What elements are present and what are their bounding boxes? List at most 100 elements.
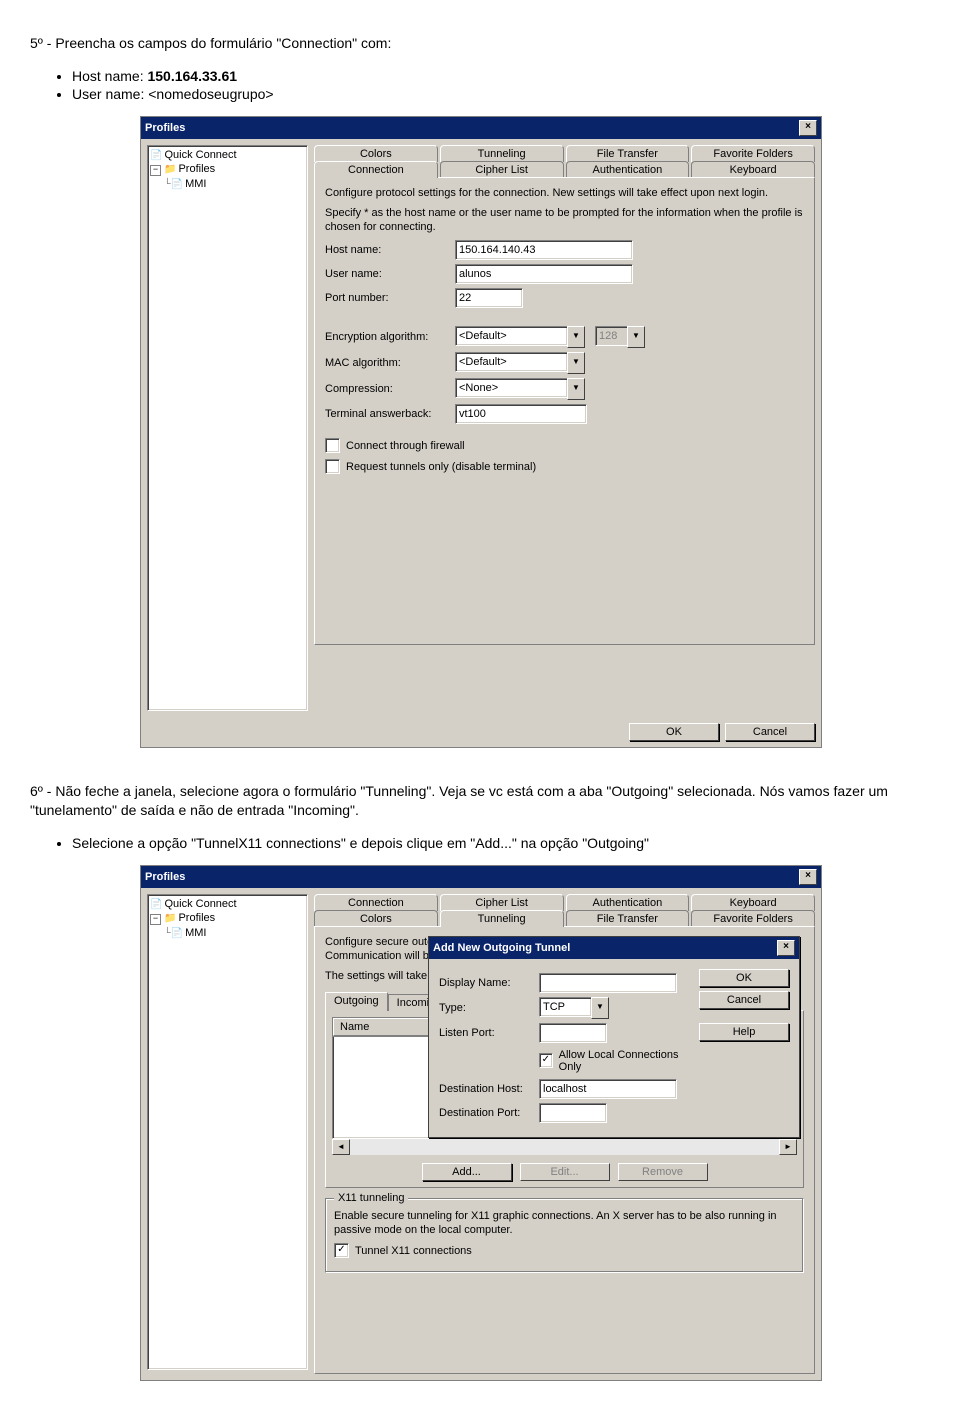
horizontal-scrollbar[interactable]: ◄ ► bbox=[332, 1139, 797, 1155]
chevron-down-icon[interactable]: ▼ bbox=[591, 997, 609, 1019]
display-name-label: Display Name: bbox=[439, 977, 539, 989]
edit-button: Edit... bbox=[520, 1163, 610, 1181]
tab-colors[interactable]: Colors bbox=[314, 145, 438, 162]
close-icon[interactable]: × bbox=[799, 120, 817, 136]
compression-label: Compression: bbox=[325, 383, 455, 395]
profile-tree[interactable]: Quick Connect −Profiles └MMI bbox=[147, 145, 308, 711]
overlay-cancel-button[interactable]: Cancel bbox=[699, 991, 789, 1009]
terminal-input[interactable]: vt100 bbox=[455, 404, 587, 424]
tab-connection[interactable]: Connection bbox=[314, 894, 438, 911]
host-value: 150.164.33.61 bbox=[147, 68, 237, 84]
scroll-right-icon[interactable]: ► bbox=[779, 1139, 797, 1155]
ok-button[interactable]: OK bbox=[629, 723, 719, 741]
tree-quick-connect[interactable]: Quick Connect bbox=[164, 149, 236, 161]
listen-port-input[interactable] bbox=[539, 1023, 607, 1043]
listen-port-label: Listen Port: bbox=[439, 1027, 539, 1039]
profiles-dialog-1: Profiles × Quick Connect −Profiles └MMI … bbox=[140, 116, 822, 748]
compression-combo[interactable]: <None> bbox=[455, 378, 568, 398]
dialog-title: Profiles bbox=[145, 122, 185, 134]
user-name-label: User name: bbox=[325, 268, 455, 280]
scroll-left-icon[interactable]: ◄ bbox=[332, 1139, 350, 1155]
tab-favorite-folders[interactable]: Favorite Folders bbox=[691, 145, 815, 162]
profile-tree[interactable]: Quick Connect −Profiles └MMI bbox=[147, 894, 308, 1370]
close-icon[interactable]: × bbox=[777, 940, 795, 956]
chevron-down-icon[interactable]: ▼ bbox=[567, 326, 585, 348]
encryption-bits: 128 bbox=[595, 326, 628, 346]
tab-file-transfer[interactable]: File Transfer bbox=[566, 910, 690, 927]
x11-legend: X11 tunneling bbox=[334, 1192, 408, 1204]
step6-bullet: Selecione a opção "TunnelX11 connections… bbox=[72, 835, 930, 851]
mac-combo[interactable]: <Default> bbox=[455, 352, 568, 372]
tab-keyboard[interactable]: Keyboard bbox=[691, 161, 815, 178]
tree-profiles[interactable]: Profiles bbox=[178, 912, 215, 924]
add-button[interactable]: Add... bbox=[422, 1163, 512, 1181]
dest-port-label: Destination Port: bbox=[439, 1107, 539, 1119]
tree-mmi[interactable]: MMI bbox=[185, 927, 206, 939]
add-tunnel-dialog: Add New Outgoing Tunnel × Display Name: … bbox=[428, 936, 800, 1138]
tab-cipher-list[interactable]: Cipher List bbox=[440, 161, 564, 178]
tunnels-only-label: Request tunnels only (disable terminal) bbox=[346, 461, 536, 473]
tab-keyboard[interactable]: Keyboard bbox=[691, 894, 815, 911]
step5-user: User name: <nomedoseugrupo> bbox=[72, 86, 930, 102]
tab-tunneling[interactable]: Tunneling bbox=[440, 910, 564, 927]
x11-label: Tunnel X11 connections bbox=[355, 1245, 472, 1257]
user-name-input[interactable]: alunos bbox=[455, 264, 633, 284]
x11-checkbox[interactable]: ✓ bbox=[334, 1243, 349, 1258]
profiles-dialog-2: Profiles × Quick Connect −Profiles └MMI … bbox=[140, 865, 822, 1381]
tab-authentication[interactable]: Authentication bbox=[566, 161, 690, 178]
chevron-down-icon[interactable]: ▼ bbox=[567, 378, 585, 400]
connection-desc2: Specify * as the host name or the user n… bbox=[325, 206, 804, 235]
tab-file-transfer[interactable]: File Transfer bbox=[566, 145, 690, 162]
allow-local-label: Allow Local Connections Only bbox=[559, 1049, 689, 1073]
tab-tunneling[interactable]: Tunneling bbox=[440, 145, 564, 162]
tree-profiles[interactable]: Profiles bbox=[178, 163, 215, 175]
outgoing-tab[interactable]: Outgoing bbox=[325, 992, 388, 1011]
allow-local-checkbox[interactable]: ✓ bbox=[539, 1053, 553, 1068]
x11-desc: Enable secure tunneling for X11 graphic … bbox=[334, 1209, 795, 1238]
overlay-help-button[interactable]: Help bbox=[699, 1023, 789, 1041]
tab-authentication[interactable]: Authentication bbox=[566, 894, 690, 911]
host-name-input[interactable]: 150.164.140.43 bbox=[455, 240, 633, 260]
tab-cipher-list[interactable]: Cipher List bbox=[440, 894, 564, 911]
tree-mmi[interactable]: MMI bbox=[185, 178, 206, 190]
firewall-label: Connect through firewall bbox=[346, 440, 465, 452]
host-name-label: Host name: bbox=[325, 244, 455, 256]
encryption-label: Encryption algorithm: bbox=[325, 331, 455, 343]
type-combo[interactable]: TCP bbox=[539, 997, 592, 1017]
step5-text: 5º - Preencha os campos do formulário "C… bbox=[30, 34, 930, 54]
tab-favorite-folders[interactable]: Favorite Folders bbox=[691, 910, 815, 927]
dest-host-label: Destination Host: bbox=[439, 1083, 539, 1095]
dest-port-input[interactable] bbox=[539, 1103, 607, 1123]
x11-groupbox: X11 tunneling Enable secure tunneling fo… bbox=[325, 1198, 804, 1274]
port-label: Port number: bbox=[325, 292, 455, 304]
tab-colors[interactable]: Colors bbox=[314, 910, 438, 927]
overlay-title: Add New Outgoing Tunnel bbox=[433, 942, 570, 954]
chevron-down-icon[interactable]: ▼ bbox=[567, 352, 585, 374]
port-input[interactable]: 22 bbox=[455, 288, 523, 308]
mac-label: MAC algorithm: bbox=[325, 357, 455, 369]
tree-quick-connect[interactable]: Quick Connect bbox=[164, 898, 236, 910]
connection-desc1: Configure protocol settings for the conn… bbox=[325, 186, 804, 200]
tunnels-only-checkbox[interactable] bbox=[325, 459, 340, 474]
type-label: Type: bbox=[439, 1002, 539, 1014]
step6-text: 6º - Não feche a janela, selecione agora… bbox=[30, 782, 930, 821]
titlebar: Profiles × bbox=[141, 117, 821, 139]
step5-list: Host name: 150.164.33.61 User name: <nom… bbox=[30, 68, 930, 102]
terminal-label: Terminal answerback: bbox=[325, 408, 455, 420]
host-label: Host name: bbox=[72, 68, 147, 84]
titlebar: Profiles × bbox=[141, 866, 821, 888]
step5-host: Host name: 150.164.33.61 bbox=[72, 68, 930, 84]
firewall-checkbox[interactable] bbox=[325, 438, 340, 453]
dest-host-input[interactable]: localhost bbox=[539, 1079, 677, 1099]
display-name-input[interactable] bbox=[539, 973, 677, 993]
step6-list: Selecione a opção "TunnelX11 connections… bbox=[30, 835, 930, 851]
remove-button: Remove bbox=[618, 1163, 708, 1181]
titlebar: Add New Outgoing Tunnel × bbox=[429, 937, 799, 959]
cancel-button[interactable]: Cancel bbox=[725, 723, 815, 741]
close-icon[interactable]: × bbox=[799, 869, 817, 885]
tab-connection[interactable]: Connection bbox=[314, 161, 438, 178]
chevron-down-icon: ▼ bbox=[627, 326, 645, 348]
dialog-title: Profiles bbox=[145, 871, 185, 883]
encryption-combo[interactable]: <Default> bbox=[455, 326, 568, 346]
overlay-ok-button[interactable]: OK bbox=[699, 969, 789, 987]
